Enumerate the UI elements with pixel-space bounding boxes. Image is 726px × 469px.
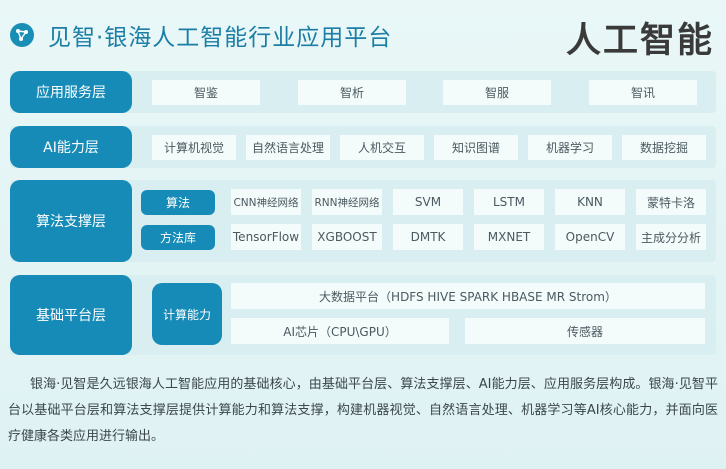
ai-item: 计算机视觉 [152, 135, 236, 160]
method-item: TensorFlow [231, 224, 301, 250]
algorithm-item: LSTM [474, 189, 544, 215]
service-item: 智鉴 [152, 80, 260, 105]
ai-item: 人机交互 [340, 135, 424, 160]
method-item: OpenCV [555, 224, 625, 250]
algorithm-row-label: 算法 [141, 190, 215, 215]
base-platform-layer-label: 基础平台层 [10, 275, 132, 355]
ai-item: 自然语言处理 [246, 135, 330, 160]
service-item: 智析 [298, 80, 406, 105]
method-library-row-label: 方法库 [141, 225, 215, 250]
network-icon [10, 23, 34, 47]
service-item: 智讯 [589, 80, 697, 105]
method-item: 主成分分析 [636, 224, 706, 250]
service-layer: 应用服务层 智鉴 智析 智服 智讯 [10, 71, 716, 113]
algorithm-item: RNN神经网络 [312, 189, 382, 215]
service-layer-label: 应用服务层 [10, 71, 132, 113]
algorithm-layer: 算法支撑层 算法 方法库 CNN神经网络 RNN神经网络 SVM LSTM KN… [10, 180, 716, 262]
service-item: 智服 [443, 80, 551, 105]
ai-item: 数据挖掘 [622, 135, 706, 160]
method-item: MXNET [474, 224, 544, 250]
ai-layer-label: AI能力层 [10, 126, 132, 168]
ai-item: 机器学习 [528, 135, 612, 160]
method-item: XGBOOST [312, 224, 382, 250]
compute-capability-label: 计算能力 [152, 283, 222, 345]
big-data-platform: 大数据平台（HDFS HIVE SPARK HBASE MR Strom） [231, 283, 705, 309]
algorithm-layer-label: 算法支撑层 [10, 180, 132, 262]
algorithm-item: CNN神经网络 [231, 189, 301, 215]
algorithm-item: 蒙特卡洛 [636, 189, 706, 215]
header-right-title: 人工智能 [565, 21, 714, 61]
description-paragraph: 银海·见智是久远银海人工智能应用的基础核心，由基础平台层、算法支撑层、AI能力层… [8, 377, 718, 444]
method-item: DMTK [393, 224, 463, 250]
ai-item: 知识图谱 [434, 135, 518, 160]
page-title: 见智·银海人工智能行业应用平台 [48, 25, 393, 51]
ai-layer: AI能力层 计算机视觉 自然语言处理 人机交互 知识图谱 机器学习 数据挖掘 [10, 126, 716, 168]
header: 见智·银海人工智能行业应用平台 人工智能 [0, 0, 726, 68]
algorithm-item: SVM [393, 189, 463, 215]
ai-chip: AI芯片（CPU\GPU） [231, 318, 449, 344]
sensor: 传感器 [465, 318, 705, 344]
algorithm-item: KNN [555, 189, 625, 215]
base-platform-layer: 基础平台层 计算能力 大数据平台（HDFS HIVE SPARK HBASE M… [10, 275, 716, 355]
